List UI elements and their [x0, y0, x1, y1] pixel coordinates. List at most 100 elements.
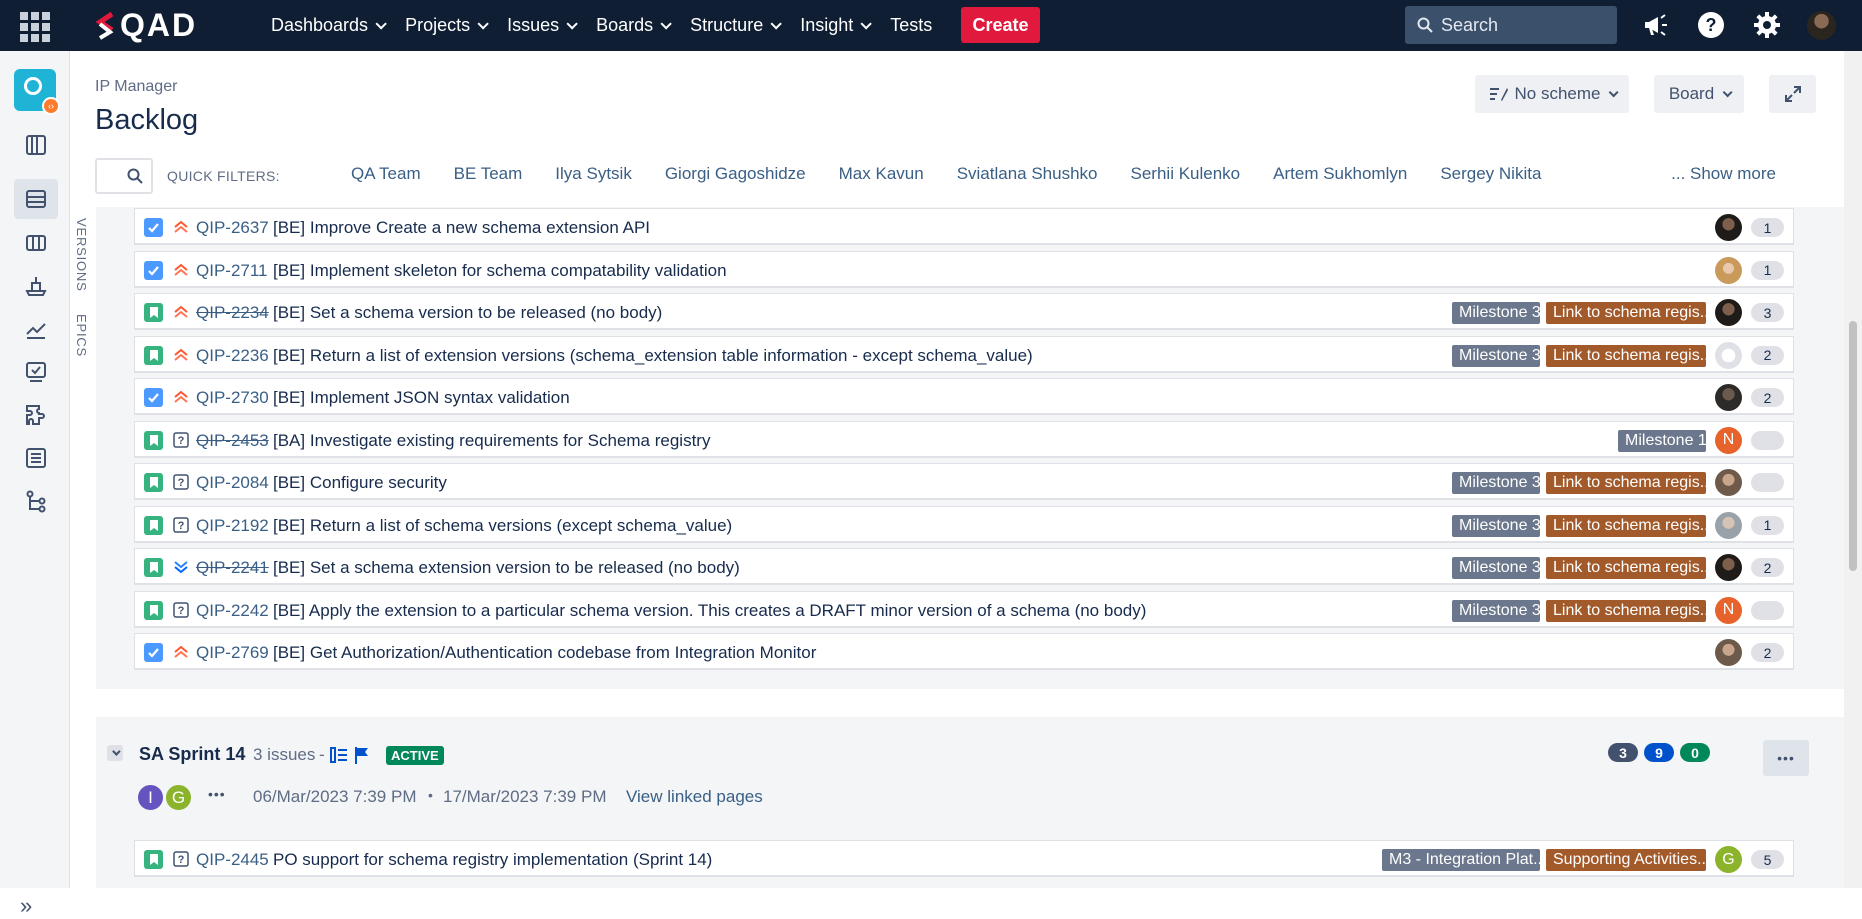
megaphone-icon[interactable]	[1640, 10, 1670, 40]
issue-row[interactable]: ? QIP-2084 [BE] Configure security Link to …	[134, 463, 1794, 500]
backlog-icon[interactable]	[14, 179, 58, 219]
issue-row[interactable]: QIP-2236 [BE] Return a list of extension …	[134, 335, 1794, 373]
assignee-avatar[interactable]	[1715, 639, 1742, 666]
issue-key-link[interactable]: QIP-2445	[196, 850, 269, 870]
issue-key-link[interactable]: QIP-2242	[196, 601, 269, 621]
issue-row[interactable]: QIP-2730 [BE] Implement JSON syntax valid…	[134, 378, 1794, 415]
quick-filter-item[interactable]: Artem Sukhomlyn	[1273, 164, 1407, 184]
sprint-goal-flag-icon[interactable]	[354, 746, 370, 769]
issue-row[interactable]: ? QIP-2192 [BE] Return a list of schema ve…	[134, 505, 1794, 543]
help-icon[interactable]: ?	[1696, 10, 1726, 40]
project-avatar[interactable]: ‹›	[14, 69, 60, 115]
issue-key-link[interactable]: QIP-2769	[196, 643, 269, 663]
quick-filter-item[interactable]: Sergey Nikita	[1440, 164, 1541, 184]
fullscreen-button[interactable]	[1769, 75, 1816, 113]
quick-filter-item[interactable]: Ilya Sytsik	[555, 164, 632, 184]
nav-item-structure[interactable]: Structure	[679, 15, 789, 36]
issue-row[interactable]: QIP-2711 [BE] Implement skeleton for sche…	[134, 250, 1794, 288]
sprint-details-icon[interactable]	[330, 746, 348, 769]
epic-lozenge[interactable]: Link to schema regis...	[1546, 514, 1706, 537]
issue-key-link[interactable]: QIP-2730	[196, 388, 269, 408]
sprint-member-avatar[interactable]: G	[164, 783, 193, 812]
version-lozenge[interactable]: Milestone 3	[1452, 472, 1540, 494]
quick-filter-item[interactable]: QA Team	[351, 164, 421, 184]
issue-key-link[interactable]: QIP-2234	[196, 303, 269, 323]
quick-filter-item[interactable]: Serhii Kulenko	[1131, 164, 1241, 184]
issue-key-link[interactable]: QIP-2236	[196, 346, 269, 366]
assignee-avatar[interactable]	[1715, 341, 1742, 369]
issue-key-link[interactable]: QIP-2241	[196, 558, 269, 578]
issue-key-link[interactable]: QIP-2711	[196, 261, 268, 281]
issue-row[interactable]: QIP-2769 [BE] Get Authorization/Authentic…	[134, 633, 1794, 670]
assignee-avatar[interactable]	[1715, 384, 1742, 411]
search-box[interactable]	[1405, 6, 1617, 44]
assignee-avatar[interactable]: N	[1715, 426, 1742, 454]
sprint-more-actions-button[interactable]: •••	[1763, 740, 1809, 776]
assignee-avatar[interactable]	[1715, 554, 1742, 581]
issue-row[interactable]: ? QIP-2445 PO support for schema registry …	[134, 840, 1794, 877]
more-members-button[interactable]: •••	[208, 786, 226, 802]
scheme-dropdown[interactable]: No scheme	[1475, 75, 1629, 113]
assignee-avatar[interactable]	[1715, 256, 1742, 284]
components-icon[interactable]	[14, 352, 58, 392]
settings-icon[interactable]	[1752, 10, 1782, 40]
version-lozenge[interactable]: Milestone 3	[1452, 344, 1540, 367]
add-ons-icon[interactable]	[14, 395, 58, 435]
quick-filter-item[interactable]: Giorgi Gagoshidze	[665, 164, 806, 184]
qad-logo[interactable]: QAD	[94, 7, 197, 43]
version-lozenge[interactable]: M3 - Integration Plat...	[1382, 849, 1540, 871]
version-lozenge[interactable]: Milestone 1	[1618, 429, 1706, 452]
breadcrumb[interactable]: IP Manager	[95, 78, 177, 96]
roadmap-icon[interactable]	[14, 125, 58, 165]
issue-row[interactable]: ? QIP-2453 [BA] Investigate existing requi…	[134, 420, 1794, 458]
epic-lozenge[interactable]: Link to schema regis...	[1546, 599, 1706, 622]
quick-filter-item[interactable]: BE Team	[454, 164, 523, 184]
version-lozenge[interactable]: Milestone 3	[1452, 599, 1540, 622]
epic-lozenge[interactable]: Supporting Activities...	[1546, 849, 1706, 871]
view-linked-pages-link[interactable]: View linked pages	[626, 787, 763, 807]
filter-search-input[interactable]	[95, 158, 153, 194]
assignee-avatar[interactable]	[1715, 214, 1742, 241]
assignee-avatar[interactable]	[1715, 299, 1742, 326]
version-lozenge[interactable]: Milestone 3	[1452, 302, 1540, 324]
user-avatar[interactable]	[1807, 11, 1836, 40]
board-dropdown[interactable]: Board	[1654, 75, 1744, 113]
create-button[interactable]: Create	[961, 7, 1040, 43]
nav-item-projects[interactable]: Projects	[394, 15, 496, 36]
quick-filter-item[interactable]: Max Kavun	[839, 164, 924, 184]
apps-grid-icon[interactable]	[20, 12, 50, 42]
epic-lozenge[interactable]: Link to schema regis...	[1546, 302, 1706, 324]
issue-row[interactable]: ? QIP-2242 [BE] Apply the extension to a p…	[134, 590, 1794, 628]
collapse-sprint-icon[interactable]	[107, 745, 123, 761]
issue-key-link[interactable]: QIP-2637	[196, 218, 269, 238]
releases-icon[interactable]	[14, 266, 58, 306]
scrollbar-thumb[interactable]	[1849, 321, 1857, 571]
epic-lozenge[interactable]: Link to schema regis...	[1546, 472, 1706, 494]
issue-row[interactable]: QIP-2234 [BE] Set a schema version to be …	[134, 293, 1794, 330]
epics-tab[interactable]: EPICS	[74, 314, 89, 357]
assignee-avatar[interactable]	[1715, 511, 1742, 539]
quick-filter-item[interactable]: Sviatlana Shushko	[957, 164, 1098, 184]
nav-item-insight[interactable]: Insight	[789, 15, 879, 36]
assignee-avatar[interactable]: N	[1715, 596, 1742, 624]
assignee-avatar[interactable]	[1715, 469, 1742, 496]
version-lozenge[interactable]: Milestone 3	[1452, 557, 1540, 579]
issue-row[interactable]: QIP-2637 [BE] Improve Create a new schema…	[134, 208, 1794, 245]
search-input[interactable]	[1441, 14, 1611, 36]
versions-tab[interactable]: VERSIONS	[74, 218, 89, 292]
issue-key-link[interactable]: QIP-2084	[196, 473, 269, 493]
reports-icon[interactable]	[14, 309, 58, 349]
expand-sidebar-icon[interactable]: »	[20, 893, 32, 919]
issues-icon[interactable]	[14, 438, 58, 478]
show-more-link[interactable]: ... Show more	[1671, 164, 1776, 184]
sprint-member-avatar[interactable]: I	[136, 783, 165, 812]
page-scrollbar[interactable]	[1844, 51, 1862, 888]
structure-icon[interactable]	[14, 481, 58, 521]
epic-lozenge[interactable]: Link to schema regis...	[1546, 344, 1706, 367]
version-lozenge[interactable]: Milestone 3	[1452, 514, 1540, 537]
issue-key-link[interactable]: QIP-2192	[196, 516, 269, 536]
issue-key-link[interactable]: QIP-2453	[196, 431, 269, 451]
nav-item-dashboards[interactable]: Dashboards	[260, 15, 394, 36]
issue-row[interactable]: QIP-2241 [BE] Set a schema extension vers…	[134, 548, 1794, 585]
assignee-avatar[interactable]: G	[1715, 846, 1742, 873]
